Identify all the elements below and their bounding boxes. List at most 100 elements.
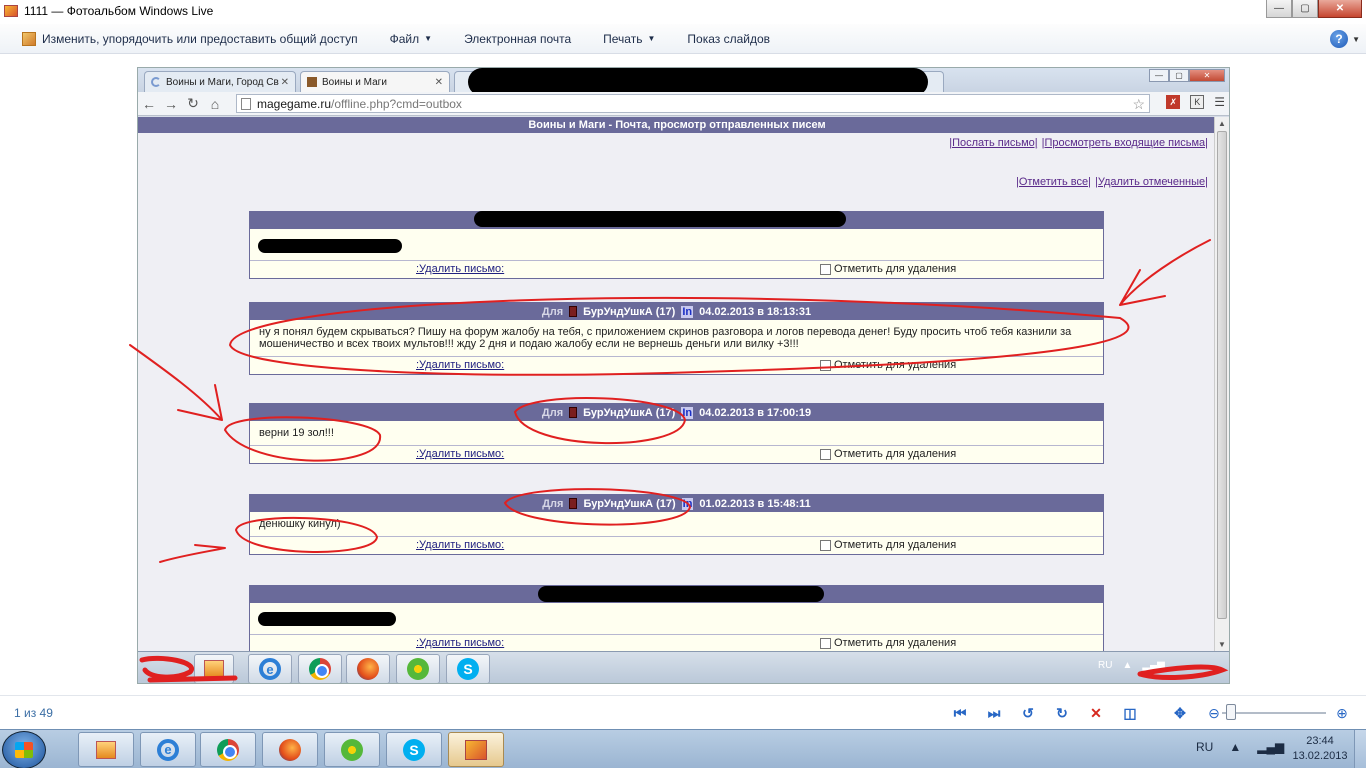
delete-letter-link[interactable]: :Удалить письмо:	[416, 539, 504, 551]
address-bar[interactable]: magegame.ru/offline.php?cmd=outbox ☆	[236, 94, 1150, 113]
previous-icon[interactable]: ⏮	[950, 704, 970, 722]
icq-icon	[341, 738, 363, 761]
reload-icon[interactable]: ↻	[182, 95, 204, 112]
minimize-button[interactable]: —	[1266, 0, 1292, 18]
browser-tabstrip: Воины и Маги, Город Св ✕ Воины и Маги ✕ — …	[138, 68, 1229, 96]
taskbar-media-button[interactable]	[194, 654, 234, 683]
back-icon[interactable]: ←	[138, 96, 160, 112]
view-inbox-link[interactable]: |Просмотреть входящие письма|	[1042, 137, 1208, 149]
viewer-statusbar: 1 из 49 ⏮ ⏭ ↺ ↻ ✕ ◫ ✥ ⊖ ⊕	[0, 695, 1366, 729]
taskbar-photos-button[interactable]	[448, 732, 504, 767]
help-icon[interactable]: ?	[1330, 30, 1348, 48]
slideshow-menu[interactable]: Показ слайдов	[687, 32, 770, 46]
extension-icon[interactable]: K	[1190, 95, 1205, 109]
organize-menu[interactable]: Изменить, упорядочить или предоставить о…	[22, 31, 358, 46]
message-footer: :Удалить письмо: Отметить для удаления	[250, 357, 1103, 374]
next-icon[interactable]: ⏭	[984, 704, 1004, 722]
close-button[interactable]: ✕	[1189, 69, 1225, 82]
file-menu[interactable]: Файл ▼	[390, 32, 432, 46]
mark-delete-control[interactable]: Отметить для удаления	[820, 637, 956, 649]
language-indicator[interactable]: RU	[1098, 660, 1112, 671]
mark-checkbox[interactable]	[820, 263, 831, 275]
menu-icon[interactable]: ☰	[1214, 95, 1225, 109]
mark-delete-control[interactable]: Отметить для удаления	[820, 539, 956, 551]
taskbar-icq-button[interactable]	[324, 732, 380, 767]
browser-tab-active[interactable]: Воины и Маги ✕	[300, 71, 450, 92]
show-hidden-icon[interactable]: ▲	[1122, 660, 1132, 671]
mark-checkbox[interactable]	[820, 539, 831, 551]
to-label: Для	[541, 305, 564, 318]
extension-icon[interactable]: ✗	[1166, 95, 1181, 109]
info-link[interactable]: In	[681, 305, 694, 318]
delete-letter-link[interactable]: :Удалить письмо:	[416, 263, 504, 275]
zoom-slider-track[interactable]	[1222, 712, 1326, 714]
mark-delete-control[interactable]: Отметить для удаления	[820, 263, 956, 275]
page-scrollbar[interactable]: ▲ ▼	[1214, 117, 1229, 651]
taskbar-media-button[interactable]	[78, 732, 134, 767]
taskbar-icq-button[interactable]	[396, 654, 440, 683]
scroll-up-icon[interactable]: ▲	[1218, 119, 1226, 128]
home-icon[interactable]: ⌂	[204, 96, 226, 112]
delete-letter-link[interactable]: :Удалить письмо:	[416, 448, 504, 460]
show-desktop-button[interactable]	[1354, 730, 1366, 768]
close-icon[interactable]: ✕	[435, 77, 443, 88]
taskbar-firefox-button[interactable]	[346, 654, 390, 683]
maximize-button[interactable]: ▢	[1169, 69, 1189, 82]
delete-marked-link[interactable]: |Удалить отмеченные|	[1095, 176, 1208, 188]
chevron-down-icon[interactable]: ▼	[1352, 35, 1360, 44]
start-button[interactable]	[2, 731, 46, 768]
mark-label: Отметить для удаления	[834, 637, 957, 649]
taskbar-firefox-button[interactable]	[262, 732, 318, 767]
recipient-name[interactable]: БурУндУшкА (17)	[583, 498, 675, 510]
zoom-slider-thumb[interactable]	[1226, 704, 1236, 720]
delete-letter-link[interactable]: :Удалить письмо:	[416, 637, 504, 649]
browser-tab[interactable]: Воины и Маги, Город Св ✕	[144, 71, 296, 92]
info-link[interactable]: In	[681, 406, 694, 419]
taskbar-ie-button[interactable]: e	[248, 654, 292, 683]
message-body: денюшку кинул)	[250, 512, 1103, 537]
message-footer: :Удалить письмо: Отметить для удаления	[250, 537, 1103, 554]
print-menu[interactable]: Печать ▼	[603, 32, 655, 46]
scroll-down-icon[interactable]: ▼	[1218, 640, 1226, 649]
network-icon[interactable]: ▂▄▆	[1257, 740, 1284, 754]
zoom-in-icon[interactable]: ⊕	[1332, 704, 1352, 722]
icq-icon	[407, 658, 429, 680]
fit-icon[interactable]: ✥	[1170, 704, 1190, 722]
mark-all-link[interactable]: |Отметить все|	[1016, 176, 1091, 188]
rotate-right-icon[interactable]: ↻	[1052, 704, 1072, 722]
star-icon[interactable]: ☆	[1132, 96, 1145, 113]
recipient-name[interactable]: БурУндУшкА (17)	[583, 306, 675, 318]
rotate-left-icon[interactable]: ↺	[1018, 704, 1038, 722]
scroll-thumb[interactable]	[1217, 131, 1227, 619]
message-footer: :Удалить письмо: Отметить для удаления	[250, 635, 1103, 651]
close-icon[interactable]: ✕	[281, 77, 289, 88]
taskbar-ie-button[interactable]: e	[140, 732, 196, 767]
mark-checkbox[interactable]	[820, 637, 831, 649]
delete-icon[interactable]: ✕	[1086, 704, 1106, 722]
mark-checkbox[interactable]	[820, 359, 831, 371]
close-button[interactable]: ✕	[1318, 0, 1362, 18]
mark-checkbox[interactable]	[820, 448, 831, 460]
taskbar-chrome-button[interactable]	[298, 654, 342, 683]
favicon-icon	[307, 77, 317, 87]
taskbar-chrome-button[interactable]	[200, 732, 256, 767]
info-link[interactable]: In	[681, 497, 694, 510]
language-indicator[interactable]: RU	[1196, 740, 1213, 754]
mark-delete-control[interactable]: Отметить для удаления	[820, 448, 956, 460]
send-letter-link[interactable]: |Послать письмо|	[949, 137, 1037, 149]
show-hidden-icon[interactable]: ▲	[1229, 740, 1241, 754]
slideshow-icon[interactable]: ◫	[1120, 704, 1140, 722]
taskbar-skype-button[interactable]: S	[446, 654, 490, 683]
forward-icon[interactable]: →	[160, 96, 182, 112]
email-menu[interactable]: Электронная почта	[464, 32, 571, 46]
network-icon[interactable]: ▂▄▆	[1142, 660, 1164, 671]
message-card: Для БурУндУшкА (17) In 04.02.2013 в 17:0…	[249, 403, 1104, 464]
clock[interactable]: 23:44 13.02.2013	[1290, 734, 1350, 764]
mark-delete-control[interactable]: Отметить для удаления	[820, 359, 956, 371]
taskbar-skype-button[interactable]: S	[386, 732, 442, 767]
maximize-button[interactable]: ▢	[1292, 0, 1318, 18]
recipient-name[interactable]: БурУндУшкА (17)	[583, 407, 675, 419]
delete-letter-link[interactable]: :Удалить письмо:	[416, 359, 504, 371]
zoom-out-icon[interactable]: ⊖	[1204, 704, 1224, 722]
minimize-button[interactable]: —	[1149, 69, 1169, 82]
